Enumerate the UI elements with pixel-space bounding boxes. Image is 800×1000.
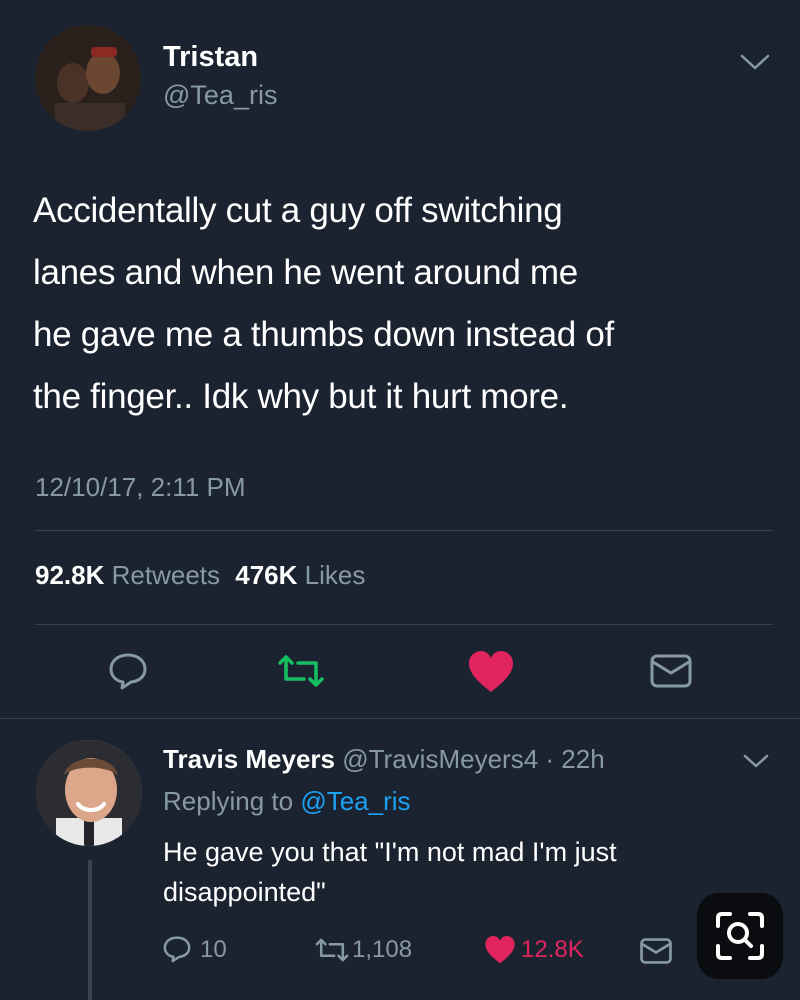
likes-stat[interactable]: 476K Likes	[235, 560, 365, 590]
tweet-text-line: lanes and when he went around me	[33, 253, 578, 292]
likes-label: Likes	[304, 560, 366, 590]
author-handle[interactable]: @Tea_ris	[163, 80, 277, 111]
reply-text-line: disappointed"	[163, 877, 326, 907]
tweet-stats: 92.8K Retweets 476K Likes	[35, 560, 365, 591]
likes-count: 476K	[235, 560, 298, 590]
heart-icon[interactable]	[484, 935, 516, 965]
retweets-stat[interactable]: 92.8K Retweets	[35, 560, 227, 590]
reply-author-handle[interactable]: @TravisMeyers4	[342, 744, 538, 774]
author-avatar[interactable]	[35, 25, 141, 131]
divider	[35, 624, 773, 625]
retweet-icon[interactable]	[314, 937, 350, 963]
reply-time[interactable]: · 22h	[545, 744, 604, 774]
reply-icon[interactable]	[162, 934, 192, 964]
reply-text-line: He gave you that "I'm not mad I'm just	[163, 837, 617, 867]
retweet-count: 1,108	[352, 936, 413, 963]
replying-to-label: Replying to	[163, 786, 294, 816]
divider	[35, 530, 773, 531]
reply-header: Travis Meyers @TravisMeyers4 · 22h	[163, 744, 605, 775]
reply-text: He gave you that "I'm not mad I'm just d…	[163, 832, 617, 912]
reply-icon[interactable]	[107, 650, 149, 692]
message-icon[interactable]	[640, 938, 672, 964]
retweet-icon[interactable]	[276, 653, 326, 689]
replying-to: Replying to @Tea_ris	[163, 786, 411, 817]
message-icon[interactable]	[650, 654, 692, 688]
retweets-label: Retweets	[111, 560, 221, 590]
lens-search-button[interactable]	[697, 893, 783, 979]
reply-author-avatar[interactable]	[36, 740, 142, 846]
like-count: 12.8K	[521, 936, 584, 963]
chevron-down-icon[interactable]	[741, 752, 771, 770]
lens-search-icon	[714, 910, 766, 962]
reply-count: 10	[200, 936, 227, 963]
thread-line	[88, 860, 92, 1000]
author-name[interactable]: Tristan	[163, 41, 258, 74]
retweets-count: 92.8K	[35, 560, 105, 590]
tweet-text: Accidentally cut a guy off switching lan…	[33, 180, 773, 428]
tweet-text-line: the finger.. Idk why but it hurt more.	[33, 377, 569, 416]
divider	[0, 718, 800, 719]
chevron-down-icon[interactable]	[738, 52, 772, 72]
tweet-timestamp[interactable]: 12/10/17, 2:11 PM	[35, 472, 246, 503]
replying-to-handle[interactable]: @Tea_ris	[300, 786, 410, 816]
tweet-text-line: Accidentally cut a guy off switching	[33, 191, 563, 230]
heart-icon[interactable]	[467, 650, 515, 694]
reply-author-name[interactable]: Travis Meyers	[163, 744, 335, 774]
tweet-text-line: he gave me a thumbs down instead of	[33, 315, 614, 354]
